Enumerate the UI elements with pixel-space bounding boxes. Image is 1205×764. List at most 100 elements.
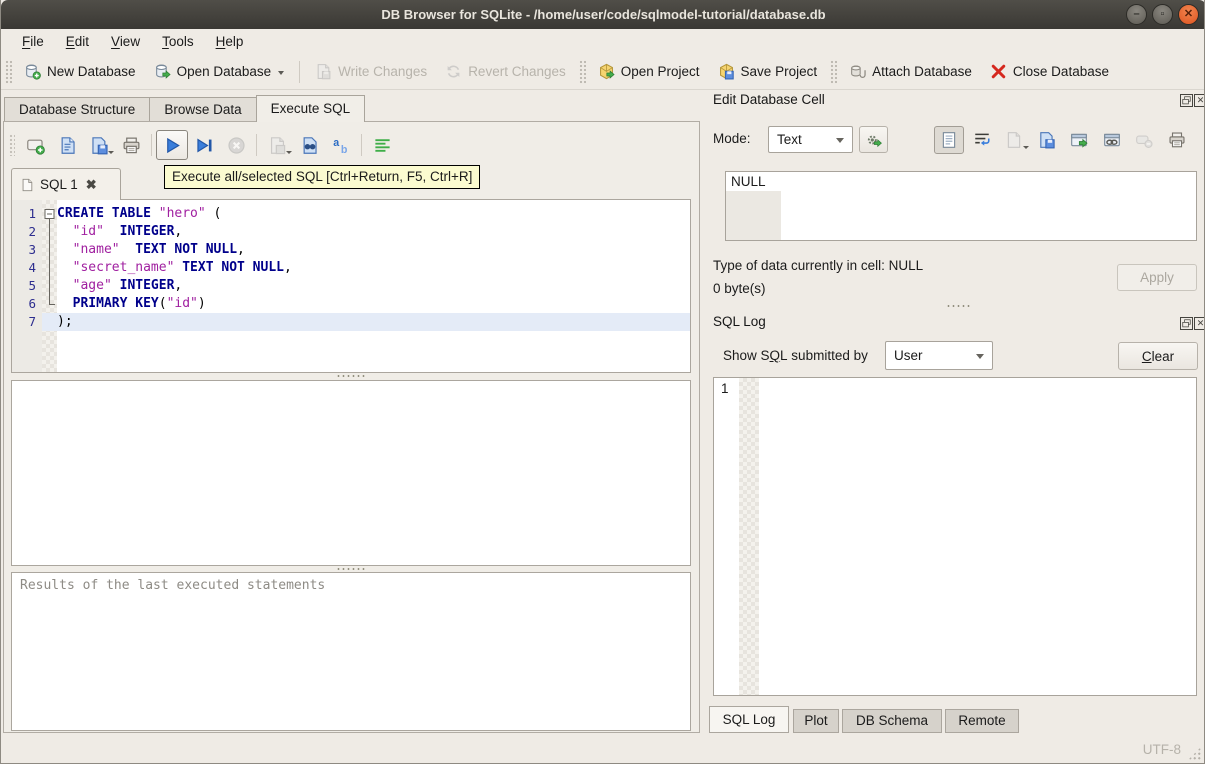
editor-line[interactable]: 7);: [12, 313, 690, 331]
results-grid-pane[interactable]: [11, 380, 691, 566]
set-null-icon: [1135, 131, 1153, 149]
menu-file[interactable]: File: [11, 31, 55, 52]
sql-editor-tab[interactable]: SQL 1 ✖: [11, 168, 121, 200]
new-sql-tab-button[interactable]: [19, 130, 51, 160]
dropdown-caret-icon[interactable]: [1023, 146, 1030, 152]
fold-line-icon[interactable]: [42, 259, 57, 277]
cell-editor-margin: [726, 191, 781, 240]
sql-toolbar-separator: [256, 134, 257, 156]
minimize-button[interactable]: –: [1126, 4, 1147, 25]
stop-button: [220, 130, 252, 160]
editor-line[interactable]: 1 CREATE TABLE "hero" (: [12, 205, 690, 223]
edit-cell-float-icon[interactable]: [1180, 94, 1193, 107]
attach-database-button[interactable]: Attach Database: [840, 58, 981, 85]
encoding-indicator[interactable]: UTF-8: [1143, 742, 1181, 757]
execute-line-button[interactable]: [188, 130, 220, 160]
open-sql-file-icon: [58, 136, 77, 155]
sql-log-close-icon[interactable]: ✕: [1194, 317, 1204, 330]
toolbar-grip[interactable]: [830, 59, 838, 84]
editor-line[interactable]: 5 "age" INTEGER,: [12, 277, 690, 295]
new-database-button[interactable]: New Database: [15, 58, 145, 85]
line-number: 6: [28, 296, 36, 311]
fold-start-icon[interactable]: [42, 205, 57, 223]
open-project-icon: [598, 63, 615, 80]
edit-cell-title: Edit Database Cell: [713, 92, 825, 107]
cell-editor[interactable]: NULL: [725, 171, 1197, 241]
menu-help[interactable]: Help: [205, 31, 255, 52]
toolbar-button-label: Close Database: [1012, 64, 1109, 79]
open-project-button[interactable]: Open Project: [589, 58, 709, 85]
maximize-button[interactable]: ▫: [1152, 4, 1173, 25]
dropdown-caret-icon[interactable]: [278, 71, 285, 78]
menu-tools[interactable]: Tools: [151, 31, 205, 52]
results-message-pane[interactable]: Results of the last executed statements: [11, 572, 691, 731]
dropdown-caret-icon[interactable]: [286, 151, 292, 157]
bottom-tab-plot[interactable]: Plot: [793, 709, 839, 733]
auto-mode-button[interactable]: [859, 126, 888, 153]
sql-editor[interactable]: 1 CREATE TABLE "hero" (2 "id" INTEGER, 3 "…: [11, 199, 691, 373]
close-button[interactable]: ✕: [1178, 4, 1199, 25]
menu-edit[interactable]: Edit: [55, 31, 100, 52]
execute-all-icon: [163, 136, 182, 155]
close-tab-icon[interactable]: ✖: [86, 177, 97, 193]
fold-corner-icon[interactable]: [42, 295, 57, 313]
open-sql-file-button[interactable]: [51, 130, 83, 160]
execute-all-button[interactable]: [156, 130, 188, 160]
log-fold-margin: [739, 378, 759, 695]
open-database-button[interactable]: Open Database: [145, 58, 294, 85]
export-data-button[interactable]: [1064, 126, 1094, 154]
bottom-tab-sql-log[interactable]: SQL Log: [709, 706, 789, 733]
find-replace-button[interactable]: ab: [325, 130, 357, 160]
cell-type-info: Type of data currently in cell: NULL: [713, 258, 924, 273]
titlebar[interactable]: DB Browser for SQLite - /home/user/code/…: [1, 0, 1204, 29]
editor-line[interactable]: 6 PRIMARY KEY("id"): [12, 295, 690, 313]
save-as-button[interactable]: [1032, 126, 1062, 154]
dock-splitter-handle[interactable]: [946, 304, 972, 309]
log-filter-select[interactable]: User: [885, 341, 993, 370]
dropdown-caret-icon[interactable]: [108, 151, 114, 157]
editor-splitter-handle[interactable]: [336, 374, 366, 379]
copy-link-button[interactable]: [1097, 126, 1127, 154]
bottom-tab-remote[interactable]: Remote: [945, 709, 1019, 733]
sql-log-view[interactable]: 1: [713, 377, 1197, 696]
editor-line[interactable]: 3 "name" TEXT NOT NULL,: [12, 241, 690, 259]
save-project-button[interactable]: Save Project: [709, 58, 827, 85]
mode-label: Mode:: [713, 131, 751, 146]
print-cell-button[interactable]: [1162, 126, 1192, 154]
new-database-icon: [24, 63, 41, 80]
code-text: "secret_name" TEXT NOT NULL,: [72, 260, 292, 275]
resize-grip[interactable]: [1188, 747, 1201, 760]
mode-select[interactable]: Text: [768, 126, 853, 153]
text-view-button[interactable]: [934, 126, 964, 154]
toolbar-separator: [299, 60, 301, 83]
find-button[interactable]: [293, 130, 325, 160]
tab-browse-data[interactable]: Browse Data: [149, 97, 256, 122]
tab-execute-sql[interactable]: Execute SQL: [255, 95, 366, 122]
tab-database-structure[interactable]: Database Structure: [4, 97, 150, 122]
editor-line[interactable]: 4 "secret_name" TEXT NOT NULL,: [12, 259, 690, 277]
word-wrap-button[interactable]: [967, 126, 997, 154]
sql-toolbar-grip[interactable]: [9, 134, 15, 156]
edit-cell-close-icon[interactable]: ✕: [1194, 94, 1204, 107]
format-sql-button[interactable]: [366, 130, 398, 160]
toolbar-grip[interactable]: [578, 59, 586, 84]
close-database-button[interactable]: Close Database: [981, 58, 1118, 85]
attach-database-icon: [849, 63, 866, 80]
chevron-down-icon: [976, 353, 984, 363]
line-number: 4: [28, 260, 36, 275]
sql-log-float-icon[interactable]: [1180, 317, 1193, 330]
import-data-icon: [1005, 131, 1023, 149]
print-sql-button[interactable]: [115, 130, 147, 160]
clear-log-button[interactable]: Clear: [1118, 342, 1198, 370]
fold-line-icon[interactable]: [42, 241, 57, 259]
fold-line-icon[interactable]: [42, 223, 57, 241]
bottom-tab-db-schema[interactable]: DB Schema: [842, 709, 942, 733]
toolbar-grip[interactable]: [5, 59, 12, 84]
editor-line[interactable]: 2 "id" INTEGER,: [12, 223, 690, 241]
cell-size-info: 0 byte(s): [713, 281, 766, 296]
save-sql-file-button[interactable]: [83, 130, 115, 160]
save-results-icon: [268, 136, 287, 155]
apply-button[interactable]: Apply: [1117, 264, 1197, 291]
fold-line-icon[interactable]: [42, 277, 57, 295]
menu-view[interactable]: View: [100, 31, 151, 52]
